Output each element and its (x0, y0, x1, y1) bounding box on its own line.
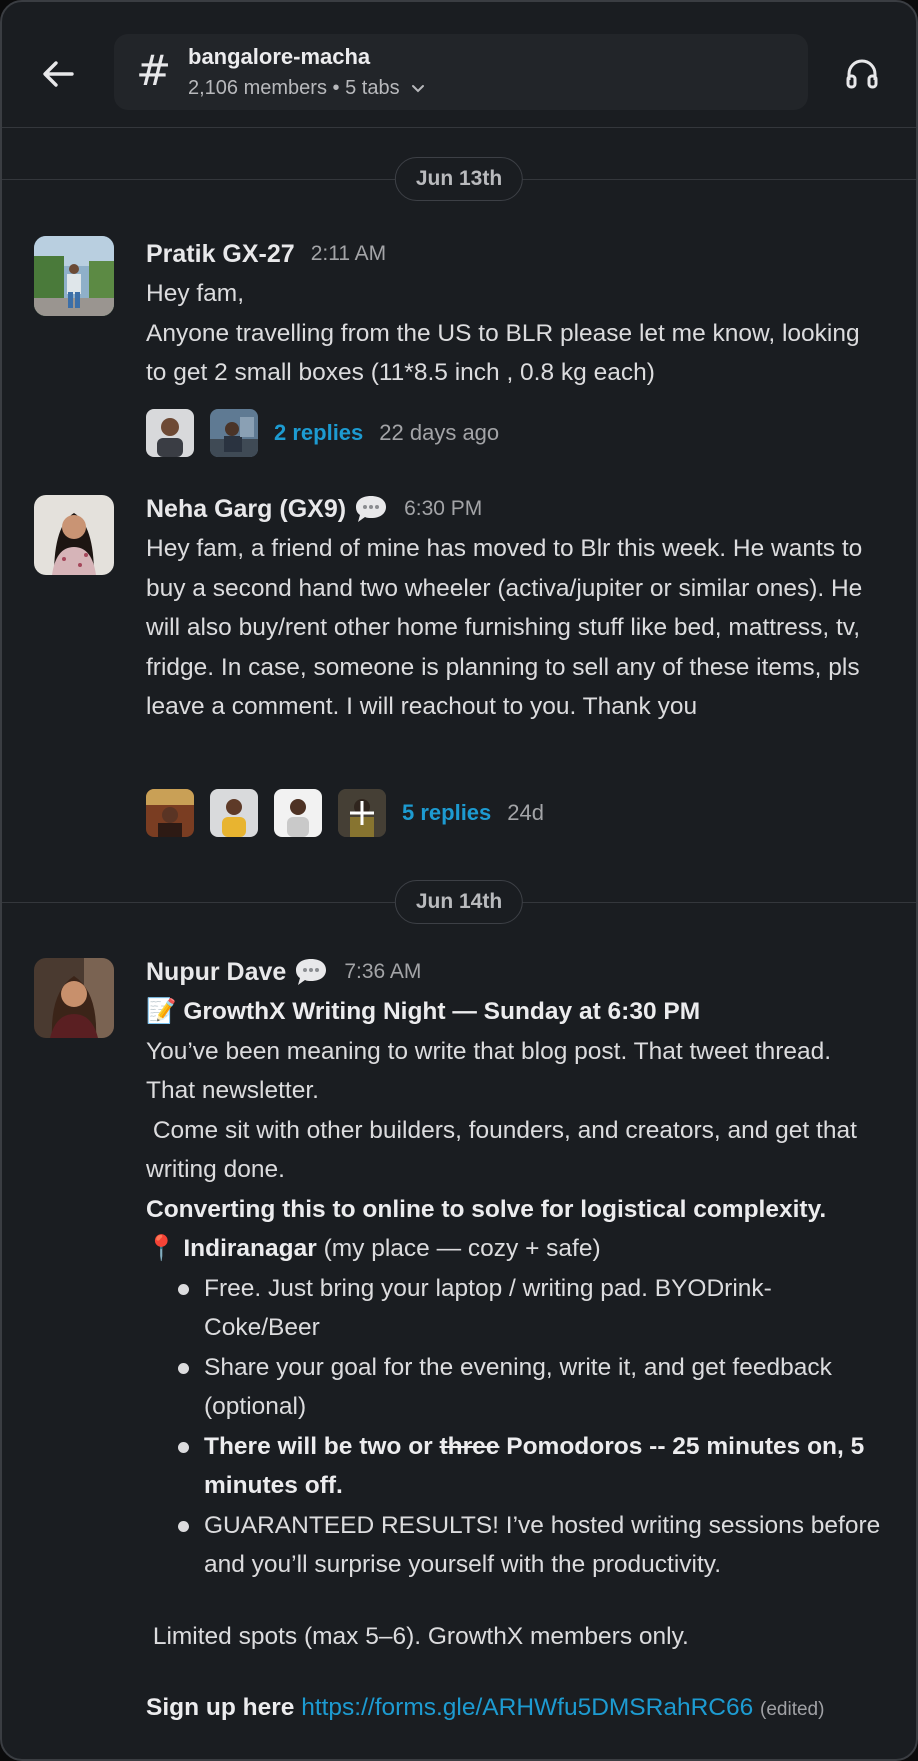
signup-label: Sign up here (146, 1694, 302, 1721)
avatar[interactable] (34, 495, 114, 575)
bullet-item: There will be two or three Pomodoros -- … (176, 1427, 886, 1506)
app-window: # bangalore-macha 2,106 members • 5 tabs… (0, 0, 918, 1761)
location-name: Indiranagar (183, 1235, 317, 1262)
author-name[interactable]: Nupur Dave (146, 958, 286, 987)
edited-label: (edited) (760, 1699, 825, 1720)
author-name[interactable]: Pratik GX-27 (146, 240, 295, 269)
message-body: Pratik GX-27 2:11 AM Hey fam, Anyone tra… (146, 234, 886, 393)
replies-link[interactable]: 5 replies (402, 800, 491, 826)
message-body: Nupur Dave 7:36 AM 📝 GrowthX Writing Nig… (146, 952, 886, 1730)
bullet-item: Share your goal for the evening, write i… (176, 1348, 886, 1427)
message-text: Hey fam, Anyone travelling from the US t… (146, 274, 886, 393)
day-pill[interactable]: Jun 14th (394, 880, 524, 924)
channel-name: bangalore-macha (188, 44, 371, 69)
day-pill[interactable]: Jun 13th (394, 157, 524, 201)
message-line: Come sit with other builders, founders, … (146, 1116, 864, 1184)
avatar[interactable] (34, 236, 114, 316)
bullet-item: GUARANTEED RESULTS! I’ve hosted writing … (176, 1506, 886, 1585)
signup-link[interactable]: https://forms.gle/ARHWfu5DMSRahRC66 (301, 1694, 753, 1721)
channel-meta: 2,106 members • 5 tabs (188, 77, 425, 100)
location-note: (my place — cozy + safe) (316, 1235, 601, 1262)
location-line: 📍 Indiranagar (my place — cozy + safe) (146, 1229, 886, 1269)
bullet-item: Free. Just bring your laptop / writing p… (176, 1269, 886, 1348)
reply-avatar-more (338, 789, 386, 837)
member-count: 2,106 members (188, 77, 327, 99)
message-header: Neha Garg (GX9) 6:30 PM (146, 489, 886, 529)
reply-avatar (146, 789, 194, 837)
memo-emoji-icon: 📝 (146, 998, 177, 1025)
message-header: Nupur Dave 7:36 AM (146, 952, 886, 992)
day-divider: Jun 13th (2, 157, 916, 201)
reply-avatar (210, 789, 258, 837)
chevron-down-icon (411, 77, 425, 100)
channel-info-button[interactable]: # bangalore-macha 2,106 members • 5 tabs (114, 34, 808, 110)
day-divider: Jun 14th (2, 880, 916, 924)
message-line: Hey fam, (146, 280, 245, 307)
event-title: 📝 GrowthX Writing Night — Sunday at 6:30… (146, 998, 701, 1025)
speech-bubble-icon (354, 494, 388, 524)
reply-avatar (146, 409, 194, 457)
avatar[interactable] (34, 958, 114, 1038)
timestamp[interactable]: 7:36 AM (344, 960, 421, 984)
message-header: Pratik GX-27 2:11 AM (146, 234, 886, 274)
message-line: You’ve been meaning to write that blog p… (146, 1037, 838, 1105)
signup-line: Sign up here https://forms.gle/ARHWfu5DM… (146, 1688, 886, 1730)
tab-count: 5 tabs (345, 77, 400, 99)
message-text: 📝 GrowthX Writing Night — Sunday at 6:30… (146, 992, 886, 1730)
message-line: Limited spots (max 5–6). GrowthX members… (146, 1622, 689, 1650)
replies-link[interactable]: 2 replies (274, 420, 363, 446)
reply-avatar (274, 789, 322, 837)
channel-header: # bangalore-macha 2,106 members • 5 tabs (2, 2, 916, 128)
back-arrow-icon[interactable] (38, 54, 78, 94)
message-text: Hey fam, a friend of mine has moved to B… (146, 529, 886, 727)
message-bold-line: Converting this to online to solve for l… (146, 1195, 827, 1223)
message-body: Neha Garg (GX9) 6:30 PM Hey fam, a frien… (146, 489, 886, 727)
headphones-icon[interactable] (844, 56, 882, 94)
speech-bubble-icon (294, 957, 328, 987)
message-line: Hey fam, a friend of mine has moved to B… (146, 535, 870, 720)
timestamp[interactable]: 6:30 PM (404, 497, 482, 521)
bullet-list: Free. Just bring your laptop / writing p… (176, 1269, 886, 1585)
thread-summary[interactable]: 2 replies 22 days ago (146, 409, 499, 457)
hash-icon: # (136, 46, 172, 95)
pin-emoji-icon: 📍 (146, 1235, 177, 1262)
meta-separator: • (332, 77, 346, 99)
author-name[interactable]: Neha Garg (GX9) (146, 495, 346, 524)
timestamp[interactable]: 2:11 AM (311, 242, 387, 266)
reply-avatar (210, 409, 258, 457)
last-reply-time: 24d (507, 800, 544, 825)
message-line: Anyone travelling from the US to BLR ple… (146, 319, 867, 387)
thread-summary[interactable]: 5 replies 24d (146, 789, 544, 837)
last-reply-time: 22 days ago (379, 420, 500, 445)
